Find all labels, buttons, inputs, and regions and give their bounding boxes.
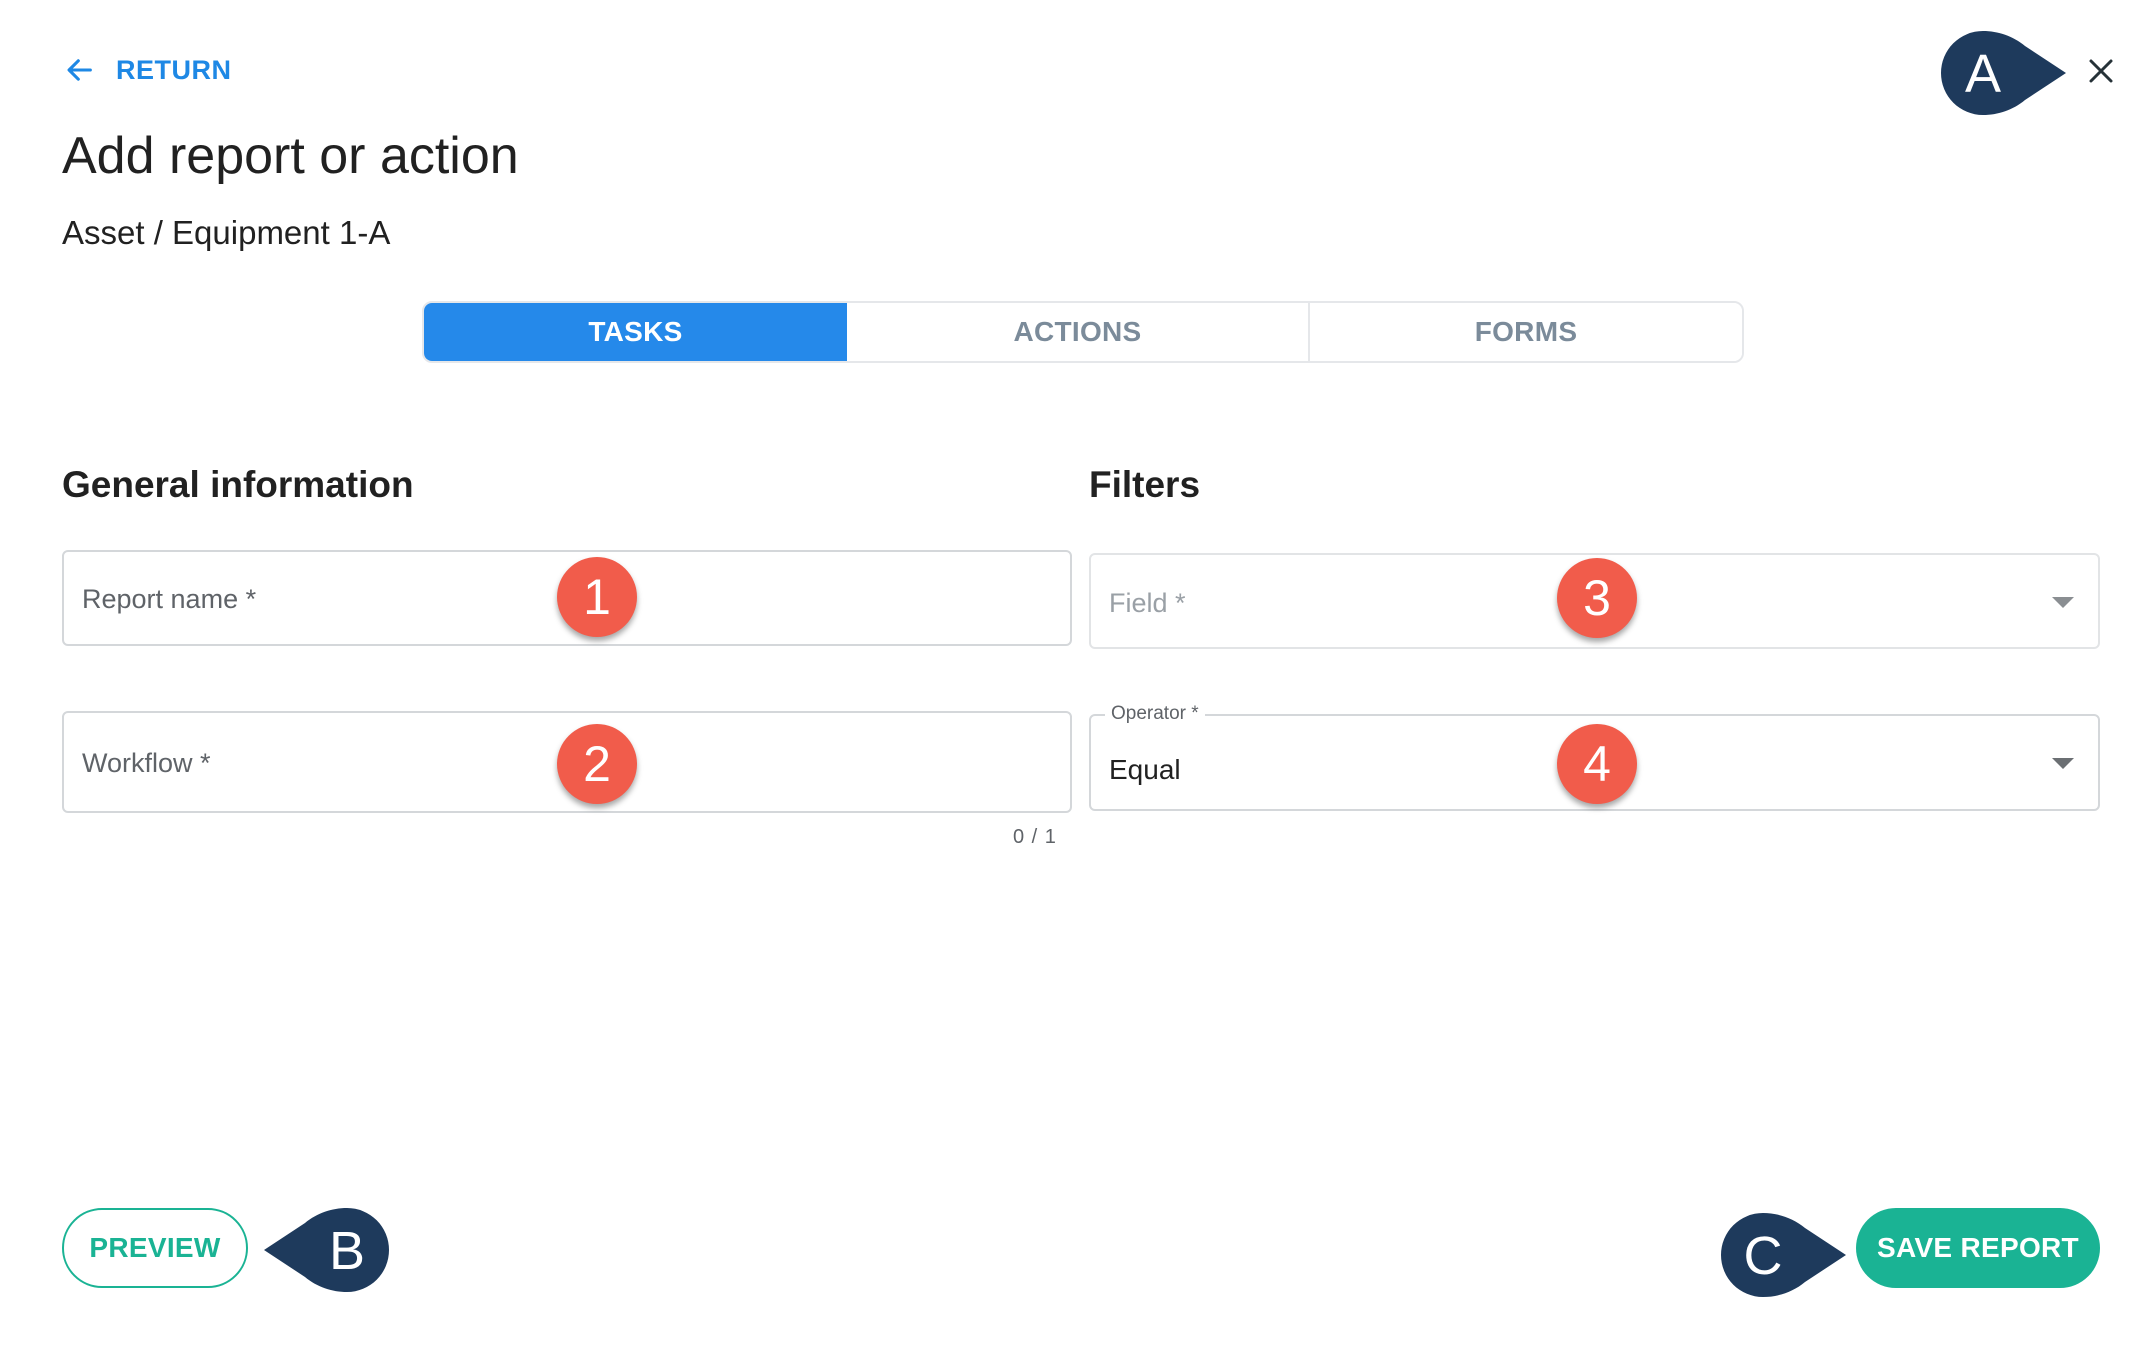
report-name-placeholder: Report name *: [82, 584, 257, 614]
callout-b-label: B: [329, 1221, 365, 1281]
callout-c-marker: C: [1721, 1213, 1846, 1297]
workflow-counter: 0 / 1: [1013, 826, 1057, 848]
step-badge-1: 1: [557, 557, 637, 637]
return-label: RETURN: [116, 54, 232, 85]
caret-down-icon: [2052, 597, 2074, 608]
tab-forms[interactable]: FORMS: [1310, 303, 1742, 361]
step-badge-2: 2: [557, 724, 637, 804]
workflow-placeholder: Workflow *: [82, 748, 211, 778]
step-badge-3: 3: [1557, 558, 1637, 638]
callout-b-marker: B: [264, 1208, 389, 1292]
tab-tasks[interactable]: TASKS: [424, 303, 847, 361]
arrow-left-icon: [62, 53, 96, 87]
save-report-button[interactable]: SAVE REPORT: [1856, 1208, 2100, 1288]
general-information-heading: General information: [62, 464, 414, 505]
callout-a-label: A: [1965, 44, 2001, 104]
field-placeholder: Field *: [1109, 588, 1186, 618]
callout-c-label: C: [1744, 1226, 1783, 1286]
page-title: Add report or action: [62, 127, 519, 185]
preview-button[interactable]: PREVIEW: [62, 1208, 248, 1288]
step-badge-4: 4: [1557, 724, 1637, 804]
tab-actions[interactable]: ACTIONS: [847, 303, 1310, 361]
return-link[interactable]: RETURN: [62, 50, 232, 90]
filters-heading: Filters: [1089, 464, 1201, 505]
close-button[interactable]: [2079, 49, 2123, 93]
close-icon: [2086, 56, 2116, 86]
callout-a-marker: A: [1941, 31, 2066, 115]
breadcrumb: Asset / Equipment 1-A: [62, 214, 391, 251]
operator-value: Equal: [1109, 754, 1181, 785]
caret-down-icon: [2052, 758, 2074, 769]
tab-bar: TASKS ACTIONS FORMS: [422, 301, 1744, 363]
operator-label: Operator *: [1105, 703, 1205, 725]
